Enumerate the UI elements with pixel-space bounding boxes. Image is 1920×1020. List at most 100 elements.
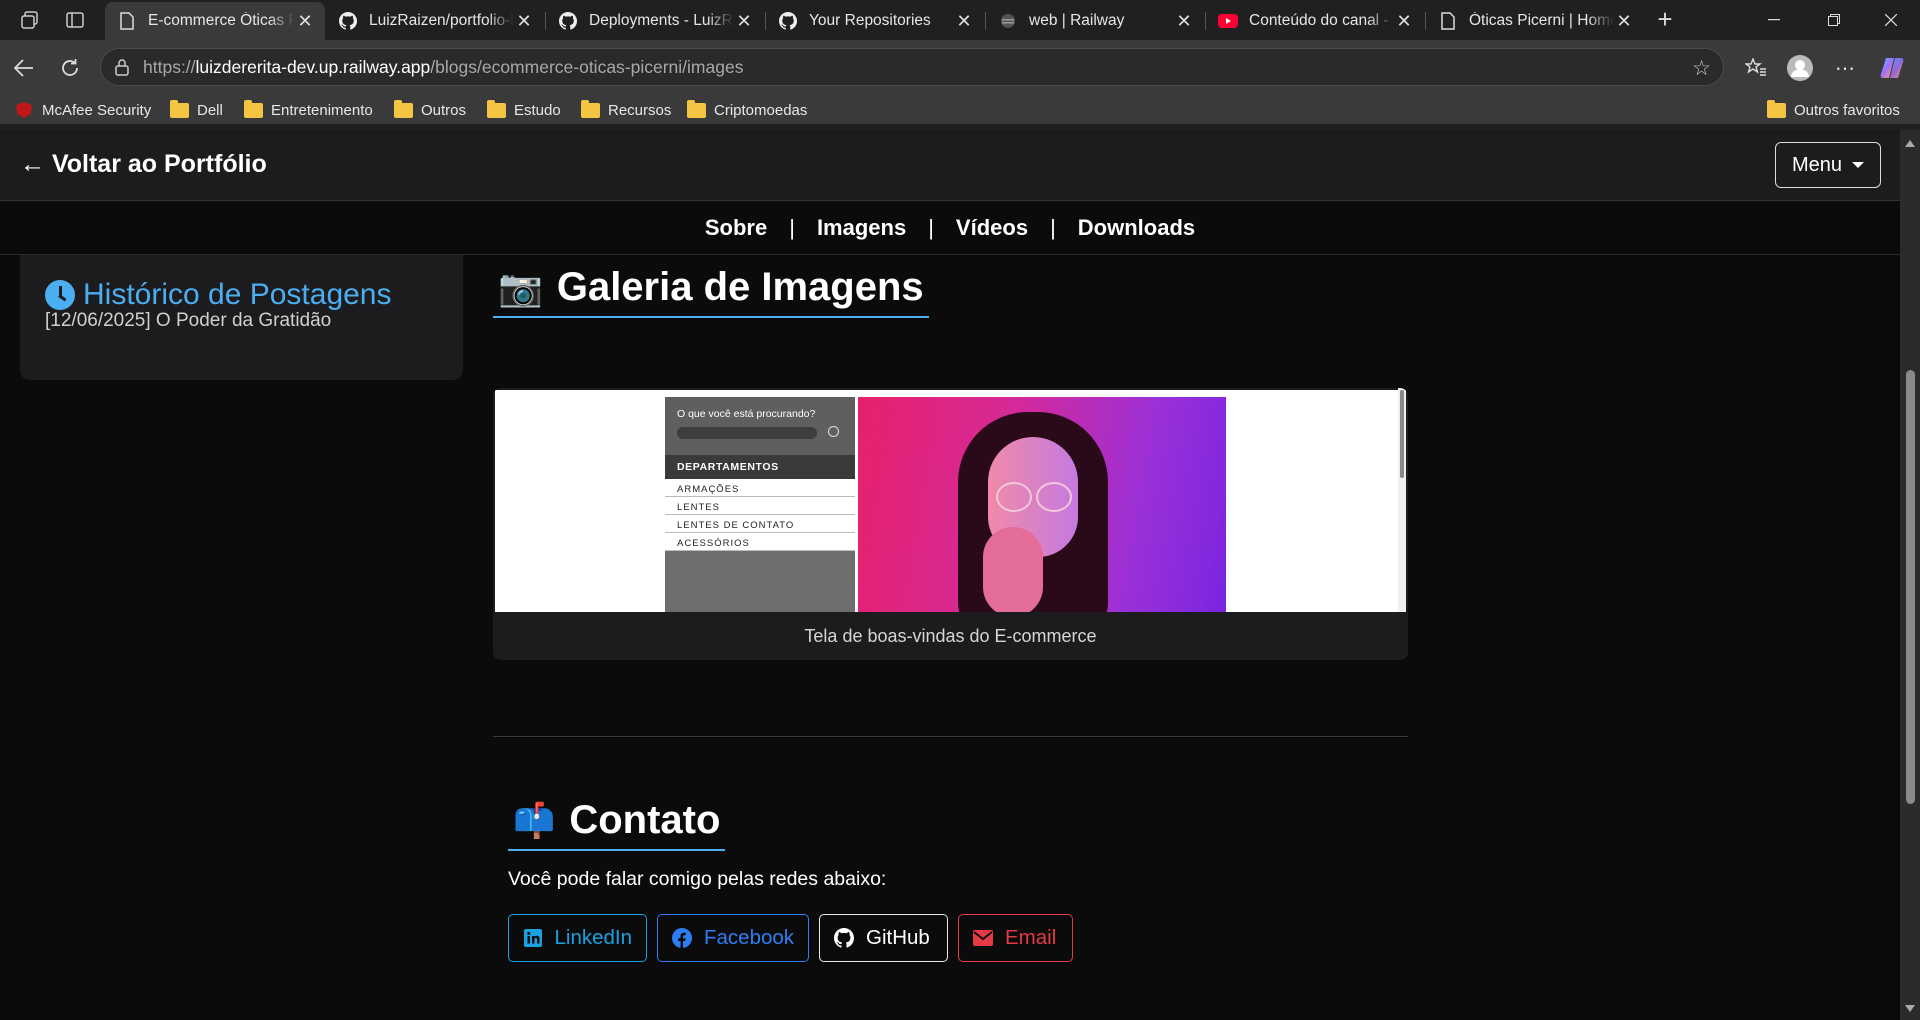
nav-downloads[interactable]: Downloads	[1078, 215, 1195, 241]
facebook-icon	[672, 928, 692, 948]
tab-title: E-commerce Óticas Picerni	[148, 12, 295, 29]
nav-sobre[interactable]: Sobre	[705, 215, 767, 241]
favorite-star-icon[interactable]: ☆	[1692, 56, 1711, 81]
menu-label: Menu	[1791, 153, 1843, 176]
tab-deployments[interactable]: Deployments - LuizRaizen ✕	[546, 2, 764, 40]
caret-down-icon	[1852, 162, 1865, 168]
close-tab-icon[interactable]: ✕	[514, 11, 534, 32]
linkedin-icon	[523, 928, 542, 948]
copilot-icon[interactable]	[1876, 52, 1908, 84]
tab-title: LuizRaizen/portfolio-luiz	[369, 12, 514, 29]
bookmark-recursos[interactable]: Recursos	[581, 99, 671, 121]
close-tab-icon[interactable]: ✕	[295, 11, 315, 32]
nav-videos[interactable]: Vídeos	[956, 215, 1028, 241]
site-info-icon[interactable]	[113, 58, 131, 76]
folder-icon	[170, 99, 189, 118]
more-options-icon[interactable]: ⋯	[1829, 52, 1861, 84]
close-tab-icon[interactable]: ✕	[1614, 11, 1634, 32]
address-bar[interactable]: https://luizdererita-dev.up.railway.app/…	[100, 48, 1724, 86]
vertical-tabs-icon[interactable]	[62, 8, 88, 32]
bookmark-estudo[interactable]: Estudo	[487, 99, 561, 121]
tab-strip: E-commerce Óticas Picerni ✕ LuizRaizen/p…	[0, 0, 1920, 40]
close-tab-icon[interactable]: ✕	[954, 11, 974, 32]
restore-button[interactable]	[1805, 0, 1863, 40]
folder-icon	[487, 99, 506, 118]
tab-portfolio-repo[interactable]: LuizRaizen/portfolio-luiz ✕	[326, 2, 544, 40]
nav-imagens[interactable]: Imagens	[817, 215, 906, 241]
bookmark-other-favorites[interactable]: Outros favoritos	[1767, 99, 1900, 121]
refresh-button[interactable]	[54, 52, 86, 84]
bookmarks-bar: McAfee Security Dell Entretenimento Outr…	[0, 96, 1920, 124]
tab-railway[interactable]: web | Railway ✕	[986, 2, 1204, 40]
tab-oticas-home[interactable]: Óticas Picerni | Home ✕	[1426, 2, 1644, 40]
page-icon	[1438, 11, 1458, 31]
model-photo	[858, 397, 1226, 612]
linkedin-button[interactable]: LinkedIn	[508, 914, 647, 962]
scroll-down-icon[interactable]	[1905, 1005, 1915, 1012]
menu-dropdown-button[interactable]: Menu	[1775, 142, 1881, 188]
section-nav-overlay: Sobre | Imagens | Vídeos | Downloads	[0, 201, 1900, 255]
back-button[interactable]	[8, 52, 40, 84]
site-header-overlay: ← Voltar ao Portfólio Menu	[0, 130, 1900, 201]
minimize-button[interactable]	[1745, 0, 1803, 40]
close-tab-icon[interactable]: ✕	[734, 11, 754, 32]
tab-title: web | Railway	[1029, 12, 1125, 29]
bookmark-entretenimento[interactable]: Entretenimento	[244, 99, 373, 121]
close-window-button[interactable]	[1862, 0, 1920, 40]
close-tab-icon[interactable]: ✕	[1394, 11, 1414, 32]
tab-ecommerce-oticas[interactable]: E-commerce Óticas Picerni ✕	[105, 2, 325, 40]
back-to-portfolio-link[interactable]: ← Voltar ao Portfólio	[20, 150, 267, 179]
new-tab-button[interactable]: +	[1650, 6, 1680, 34]
mailbox-icon: 📫	[513, 801, 556, 840]
folder-icon	[394, 99, 413, 118]
github-icon	[338, 11, 358, 31]
bookmark-dell[interactable]: Dell	[170, 99, 223, 121]
gallery-image[interactable]: O que você está procurando? DEPARTAMENTO…	[495, 390, 1398, 612]
page-viewport: ← Voltar ao Portfólio Menu Sobre | Image…	[0, 130, 1900, 1020]
github-icon	[834, 928, 854, 948]
profile-avatar[interactable]	[1784, 52, 1816, 84]
tab-title: Óticas Picerni | Home	[1469, 12, 1614, 29]
tab-youtube[interactable]: Conteúdo do canal - YouTube ✕	[1206, 2, 1424, 40]
contact-heading: 📫 Contato	[508, 798, 726, 851]
post-history-item[interactable]: [12/06/2025] O Poder da Gratidão	[45, 310, 331, 332]
scrollbar-thumb[interactable]	[1906, 370, 1915, 804]
tab-title: Your Repositories	[809, 12, 931, 29]
workspaces-icon[interactable]	[17, 8, 43, 32]
camera-icon: 📷	[498, 266, 543, 308]
gallery-heading: 📷 Galeria de Imagens	[493, 265, 929, 318]
envelope-icon	[973, 928, 993, 948]
tab-title: Deployments - LuizRaizen	[589, 12, 734, 29]
divider	[493, 736, 1408, 737]
folder-icon	[687, 99, 706, 118]
github-icon	[558, 11, 578, 31]
mcafee-icon	[16, 102, 32, 118]
email-button[interactable]: Email	[958, 914, 1073, 962]
scroll-up-icon[interactable]	[1905, 140, 1915, 147]
tab-your-repositories[interactable]: Your Repositories ✕	[766, 2, 984, 40]
page-scrollbar[interactable]	[1900, 130, 1920, 1020]
bookmark-outros[interactable]: Outros	[394, 99, 466, 121]
clock-icon	[45, 280, 75, 310]
bookmark-criptomoedas[interactable]: Criptomoedas	[687, 99, 807, 121]
image-scrollbar[interactable]	[1398, 388, 1406, 612]
tab-title: Conteúdo do canal - YouTube	[1249, 12, 1394, 29]
screenshot-departments-panel: O que você está procurando? DEPARTAMENTO…	[665, 397, 855, 612]
contact-description: Você pode falar comigo pelas redes abaix…	[508, 868, 887, 890]
post-history-title: Histórico de Postagens	[45, 278, 392, 312]
bookmark-mcafee[interactable]: McAfee Security	[16, 99, 151, 121]
browser-toolbar: https://luizdererita-dev.up.railway.app/…	[0, 40, 1920, 96]
github-icon	[778, 11, 798, 31]
page-icon	[117, 11, 137, 31]
gallery-card: O que você está procurando? DEPARTAMENTO…	[493, 388, 1408, 660]
url-text: https://luizdererita-dev.up.railway.app/…	[143, 57, 744, 77]
youtube-icon	[1218, 11, 1238, 31]
github-button[interactable]: GitHub	[819, 914, 948, 962]
favorites-icon[interactable]	[1740, 52, 1772, 84]
folder-icon	[244, 99, 263, 118]
facebook-button[interactable]: Facebook	[657, 914, 809, 962]
folder-icon	[581, 99, 600, 118]
close-tab-icon[interactable]: ✕	[1174, 11, 1194, 32]
image-caption: Tela de boas-vindas do E-commerce	[804, 626, 1097, 646]
railway-icon	[998, 11, 1018, 31]
